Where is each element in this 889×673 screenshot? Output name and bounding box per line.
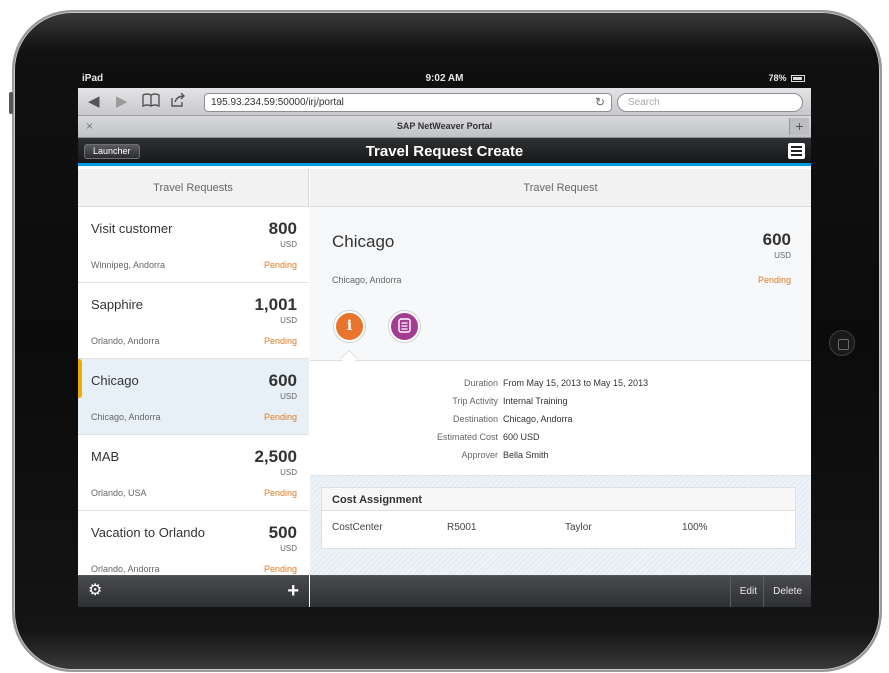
master-header: Travel Requests — [78, 169, 308, 207]
battery-icon — [791, 75, 805, 82]
search-placeholder: Search — [628, 97, 660, 108]
edit-button[interactable]: Edit — [729, 576, 766, 607]
master-list: Travel Requests Visit customer 800 USD W… — [78, 169, 309, 607]
plus-icon[interactable]: + — [287, 581, 299, 601]
tab-pointer — [340, 349, 358, 367]
field-value: Internal Training — [503, 396, 568, 406]
item-title: Sapphire — [91, 297, 144, 312]
item-currency: USD — [280, 392, 297, 401]
field-value: Bella Smith — [503, 450, 549, 460]
browser-toolbar: ◀ ▶ 195.93.234.59:50000/irj/portal ↻ Sea… — [78, 88, 811, 116]
bookmarks-icon[interactable] — [142, 93, 160, 112]
item-location: Winnipeg, Andorra — [91, 260, 166, 270]
table-title: Cost Assignment — [322, 488, 795, 511]
notes-icon[interactable] — [389, 311, 420, 342]
gear-icon[interactable]: ⚙ — [88, 583, 104, 599]
tab-title[interactable]: SAP NetWeaver Portal — [78, 121, 811, 131]
list-item[interactable]: Sapphire 1,001 USD Orlando, Andorra Pend… — [78, 283, 309, 359]
battery-status: 78% — [768, 73, 805, 83]
field-label: Trip Activity — [452, 396, 498, 406]
field-value: From May 15, 2013 to May 15, 2013 — [503, 378, 649, 388]
object-currency: USD — [774, 251, 791, 260]
item-title: Vacation to Orlando — [91, 525, 205, 540]
item-status: Pending — [263, 336, 297, 346]
item-currency: USD — [280, 316, 297, 325]
info-icon[interactable]: i — [334, 311, 365, 342]
forward-icon[interactable]: ▶ — [116, 93, 128, 111]
back-icon[interactable]: ◀ — [88, 93, 100, 111]
field-label: Destination — [452, 414, 498, 424]
detail-header: Travel Request — [310, 169, 811, 207]
field-label: Approver — [461, 450, 498, 460]
page-title: Travel Request Create — [365, 143, 524, 160]
item-currency: USD — [280, 240, 297, 249]
reload-icon[interactable]: ↻ — [595, 95, 605, 109]
detail-footer: Edit Delete — [310, 575, 811, 607]
selection-marker — [78, 359, 82, 398]
item-amount: 600 — [268, 371, 297, 390]
object-status: Pending — [757, 275, 791, 285]
item-status: Pending — [263, 260, 297, 270]
field-value: 600 USD — [503, 432, 540, 442]
status-bar: iPad 9:02 AM 78% — [78, 70, 811, 88]
new-tab-icon[interactable]: + — [789, 118, 809, 135]
item-status: Pending — [263, 488, 297, 498]
battery-percent: 78% — [768, 73, 787, 83]
item-amount: 500 — [268, 523, 297, 542]
form-row: Estimated Cost 600 USD — [310, 432, 811, 449]
item-title: MAB — [91, 449, 120, 464]
form-row: Destination Chicago, Andorra — [310, 414, 811, 431]
list-item-selected[interactable]: Chicago 600 USD Chicago, Andorra Pending — [78, 359, 309, 435]
form-row: Duration From May 15, 2013 to May 15, 20… — [310, 378, 811, 395]
detail-pane: Travel Request Chicago 600 USD Chicago, … — [310, 169, 811, 607]
cost-assignment-section: Cost Assignment CostCenter R5001 Taylor … — [310, 475, 811, 575]
object-title: Chicago — [332, 232, 395, 251]
cell-type: CostCenter — [332, 522, 383, 533]
field-value: Chicago, Andorra — [503, 414, 573, 424]
item-title: Chicago — [91, 373, 139, 388]
field-label: Duration — [463, 378, 498, 388]
item-amount: 1,001 — [254, 295, 297, 314]
item-location: Chicago, Andorra — [91, 412, 161, 422]
item-location: Orlando, Andorra — [91, 336, 160, 346]
share-icon[interactable] — [170, 92, 186, 112]
item-currency: USD — [280, 544, 297, 553]
browser-tab-bar: × SAP NetWeaver Portal + — [78, 116, 811, 138]
cell-name: Taylor — [565, 522, 592, 533]
cost-assignment-table: Cost Assignment CostCenter R5001 Taylor … — [321, 487, 796, 549]
cell-code: R5001 — [447, 522, 477, 533]
url-field[interactable]: 195.93.234.59:50000/irj/portal ↻ — [204, 93, 612, 112]
item-amount: 800 — [268, 219, 297, 238]
cell-percent: 100% — [682, 522, 708, 533]
field-label: Estimated Cost — [436, 432, 498, 442]
item-status: Pending — [263, 412, 297, 422]
list-item[interactable]: Visit customer 800 USD Winnipeg, Andorra… — [78, 207, 309, 283]
search-input[interactable]: Search — [617, 93, 803, 112]
master-footer: ⚙ + — [78, 575, 309, 607]
object-header: Chicago 600 USD Chicago, Andorra Pending… — [310, 207, 811, 367]
menu-icon[interactable] — [788, 143, 805, 159]
object-location: Chicago, Andorra — [332, 275, 402, 285]
info-form: Duration From May 15, 2013 to May 15, 20… — [310, 371, 811, 475]
object-amount: 600 — [762, 230, 791, 249]
item-location: Orlando, USA — [91, 488, 147, 498]
side-switch — [9, 92, 13, 114]
url-text: 195.93.234.59:50000/irj/portal — [211, 97, 344, 108]
clock: 9:02 AM — [425, 73, 464, 84]
form-row: Approver Bella Smith — [310, 450, 811, 467]
list-item[interactable]: MAB 2,500 USD Orlando, USA Pending — [78, 435, 309, 511]
screen: iPad 9:02 AM 78% ◀ ▶ 195.93.234.59:50000… — [78, 70, 811, 607]
app-header: Launcher Travel Request Create — [78, 138, 811, 166]
form-row: Trip Activity Internal Training — [310, 396, 811, 413]
item-currency: USD — [280, 468, 297, 477]
item-status: Pending — [263, 564, 297, 574]
item-title: Visit customer — [91, 221, 173, 236]
item-location: Orlando, Andorra — [91, 564, 160, 574]
delete-button[interactable]: Delete — [763, 576, 811, 607]
item-amount: 2,500 — [254, 447, 297, 466]
home-button[interactable] — [829, 330, 855, 356]
